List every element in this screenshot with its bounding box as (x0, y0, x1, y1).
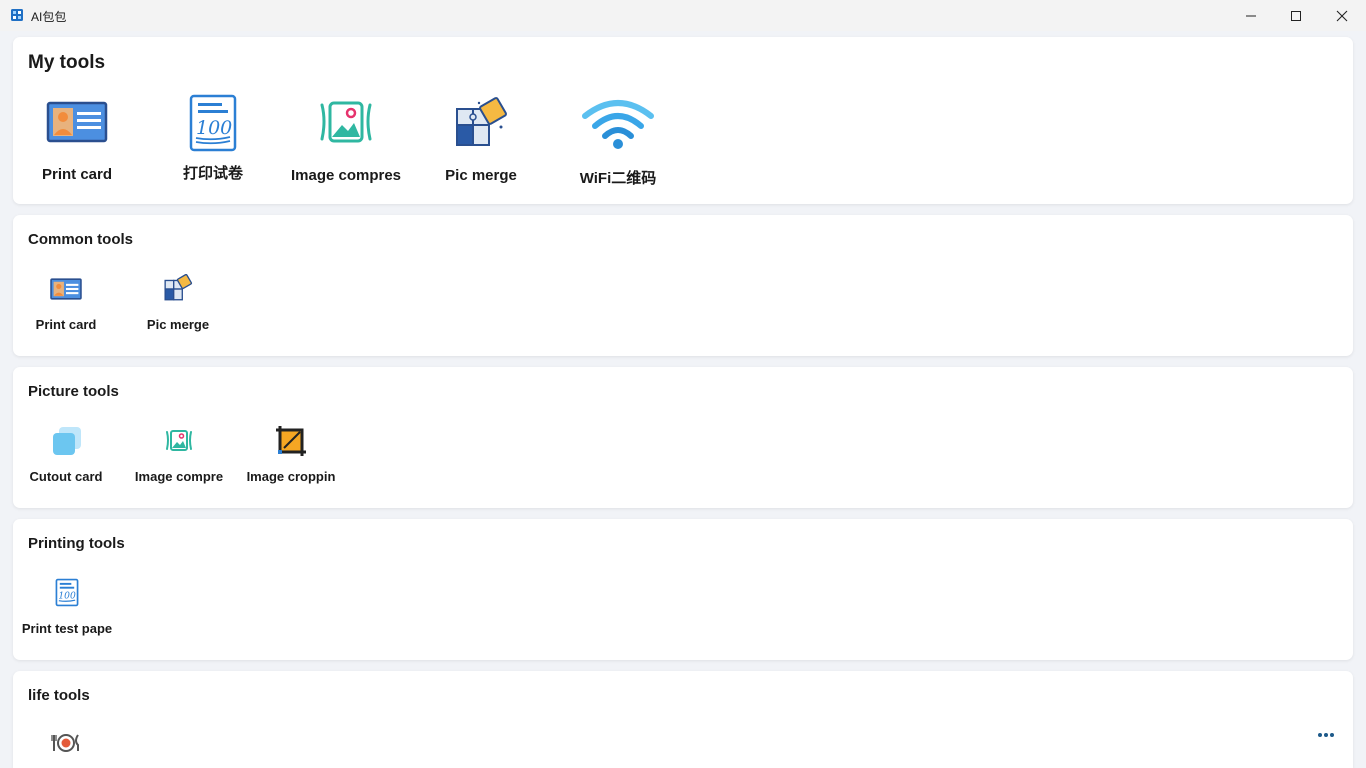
id-card-icon (46, 101, 108, 143)
printing-tools-section: Printing tools 100 Print test pape (13, 519, 1353, 660)
minimize-icon (1246, 15, 1256, 16)
test-paper-icon: 100 (55, 578, 79, 607)
cutout-card-icon (53, 427, 81, 455)
tool-dining[interactable] (26, 733, 106, 753)
tool-label: Cutout card (29, 469, 103, 484)
tool-label: WiFi二维码 (579, 170, 657, 187)
title-bar: AI包包 (0, 0, 1366, 31)
close-button[interactable] (1319, 0, 1365, 31)
dining-icon (51, 734, 79, 752)
minimize-button[interactable] (1228, 0, 1274, 31)
common-tools-section: Common tools Print card Pic merge (13, 215, 1353, 356)
tool-image-compress[interactable]: Image compres (286, 99, 406, 184)
tool-label: Pic merge (146, 317, 210, 332)
tool-wifi-qrcode[interactable]: WiFi二维码 (570, 98, 666, 188)
tool-label: Pic merge (445, 167, 517, 184)
puzzle-merge-icon (164, 274, 193, 301)
tool-image-cropping[interactable]: Image croppin (241, 424, 341, 484)
puzzle-merge-icon (456, 97, 507, 146)
section-title: My tools (28, 52, 106, 73)
tool-label: Print card (35, 317, 97, 332)
tool-label: 打印试卷 (182, 165, 243, 182)
tool-label: Image compres (290, 167, 402, 184)
tool-print-card[interactable]: Print card (26, 277, 106, 332)
tool-label: Image croppin (246, 469, 336, 484)
section-title: Picture tools (28, 383, 119, 400)
section-title: life tools (28, 687, 90, 704)
section-title: Printing tools (28, 535, 125, 552)
image-compress-icon (320, 101, 372, 143)
my-tools-section: My tools Print card 100 打印试卷 Image compr… (13, 37, 1353, 204)
wifi-icon (582, 100, 654, 149)
svg-text:100: 100 (196, 117, 232, 139)
more-options-icon[interactable] (1317, 732, 1335, 738)
maximize-icon (1291, 10, 1301, 21)
crop-icon (276, 426, 306, 456)
close-icon (1336, 10, 1348, 21)
maximize-button[interactable] (1273, 0, 1319, 31)
tool-label: Print card (41, 166, 113, 183)
tool-image-compress[interactable]: Image compre (129, 429, 229, 484)
image-compress-icon (166, 430, 192, 451)
picture-tools-section: Picture tools Cutout card Image compre I… (13, 367, 1353, 508)
window-title: AI包包 (31, 10, 67, 24)
tool-label: Image compre (134, 469, 224, 484)
life-tools-section: life tools (13, 671, 1353, 768)
tool-pic-merge[interactable]: Pic merge (138, 274, 218, 332)
tool-cutout-card[interactable]: Cutout card (23, 425, 109, 484)
section-title: Common tools (28, 231, 133, 248)
tool-label: Print test pape (21, 621, 113, 636)
tool-print-test-paper[interactable]: 100 Print test pape (18, 578, 116, 636)
test-paper-icon: 100 (189, 94, 237, 152)
id-card-icon (50, 278, 82, 300)
svg-text:100: 100 (58, 591, 76, 601)
tool-print-test-paper[interactable]: 100 打印试卷 (173, 94, 253, 183)
tool-pic-merge[interactable]: Pic merge (441, 97, 521, 184)
app-logo-icon (11, 9, 23, 21)
tool-print-card[interactable]: Print card (37, 99, 117, 183)
